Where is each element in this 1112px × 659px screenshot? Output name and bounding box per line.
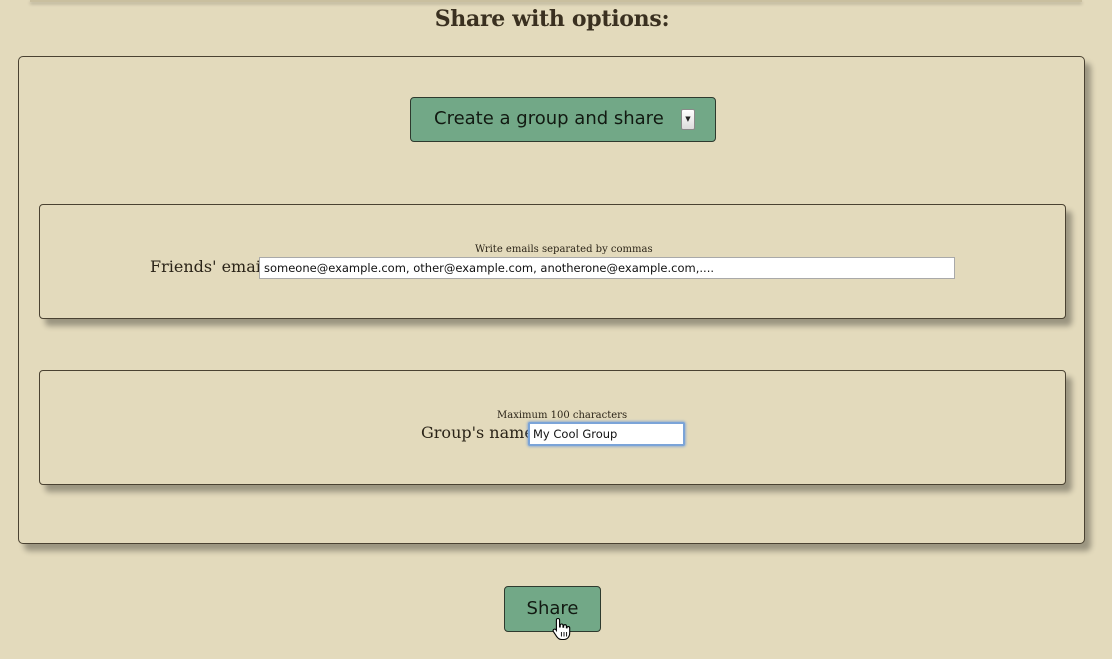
share-mode-selected-value: Create a group and share <box>434 108 664 129</box>
hand-pointer-icon <box>552 617 571 641</box>
group-name-label: Group's name: <box>421 423 540 442</box>
top-divider <box>30 0 1082 2</box>
group-name-hint: Maximum 100 characters <box>497 410 628 421</box>
share-button-label: Share <box>526 598 579 619</box>
chevron-down-icon[interactable]: ▼ <box>681 109 695 130</box>
friends-email-input[interactable]: someone@example.com, other@example.com, … <box>259 257 955 279</box>
group-name-input[interactable]: My Cool Group <box>528 422 685 446</box>
page-title: Share with options: <box>434 6 670 32</box>
friends-email-section: Write emails separated by commas Friends… <box>39 204 1066 319</box>
friends-email-label: Friends' email: <box>150 257 272 276</box>
group-name-section: Maximum 100 characters Group's name: My … <box>39 370 1066 485</box>
share-options-panel: Create a group and share ▼ Write emails … <box>18 56 1085 544</box>
friends-email-hint: Write emails separated by commas <box>475 244 653 255</box>
share-mode-select[interactable]: Create a group and share ▼ <box>410 97 716 142</box>
